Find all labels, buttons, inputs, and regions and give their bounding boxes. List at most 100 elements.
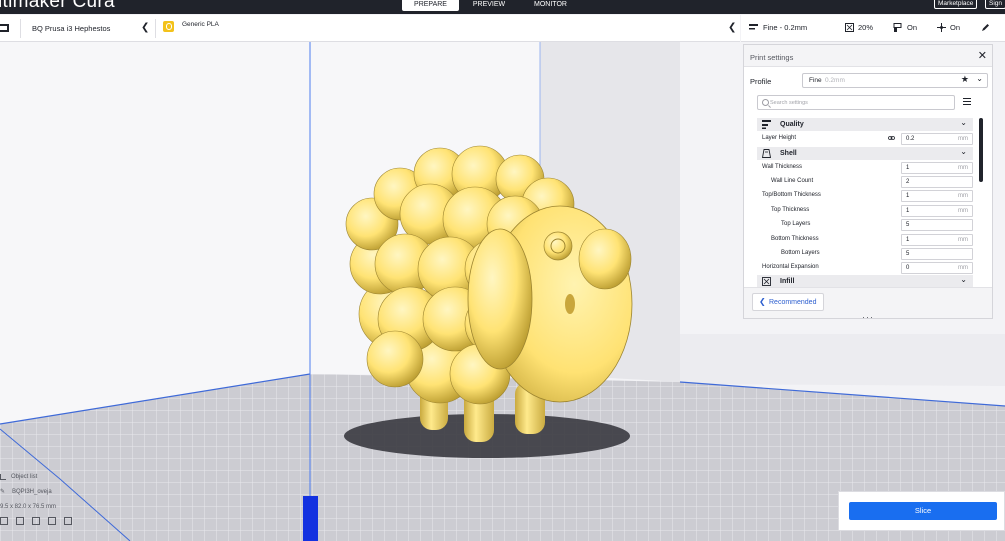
support-summary[interactable]: On — [907, 23, 917, 32]
view-3d-icon[interactable] — [0, 517, 8, 525]
signin-button[interactable]: Sign — [985, 0, 1005, 9]
setting-label: Layer Height — [762, 135, 797, 141]
setting-row: Horizontal Expansion 0 mm — [757, 261, 973, 275]
profile-label: Profile — [750, 77, 772, 86]
setting-value: 1 — [906, 237, 910, 243]
adhesion-summary[interactable]: On — [950, 23, 960, 32]
setting-row: Top Layers 5 — [757, 218, 973, 232]
setting-input[interactable]: 1 mm — [901, 162, 973, 174]
setting-value: 0 — [906, 265, 910, 271]
tab-prepare[interactable]: PREPARE — [402, 0, 459, 11]
setting-input[interactable]: 0.2 mm — [901, 133, 973, 145]
chevron-down-icon: ⌄ — [960, 275, 967, 284]
recommended-label: Recommended — [769, 299, 817, 306]
chevron-left-icon: ❮ — [759, 297, 766, 306]
drag-handle-icon[interactable]: ··· — [862, 312, 874, 322]
slice-button[interactable]: Slice — [849, 502, 997, 520]
category-shell[interactable]: Shell ⌄ — [757, 147, 973, 160]
search-placeholder: Search settings — [770, 100, 808, 106]
setting-label: Wall Line Count — [771, 178, 814, 184]
material-selector[interactable]: Generic PLA — [182, 21, 219, 28]
star-icon[interactable]: ★ — [961, 74, 969, 85]
object-list-panel: Object list ✎ BQPI3H_oveja 9.5 x 82.0 x … — [0, 470, 90, 540]
view-left-icon[interactable] — [48, 517, 56, 525]
setting-input[interactable]: 1 mm — [901, 234, 973, 246]
category-infill[interactable]: Infill ⌄ — [757, 275, 973, 287]
category-quality[interactable]: Quality ⌄ — [757, 118, 973, 131]
category-label: Infill — [780, 278, 795, 285]
setting-value: 0.2 — [906, 136, 915, 142]
setting-label: Bottom Thickness — [771, 236, 819, 242]
setting-label: Top Layers — [781, 221, 811, 227]
setting-input[interactable]: 1 mm — [901, 190, 973, 202]
profile-value: Fine — [809, 77, 822, 84]
setting-row: Top Thickness 1 mm — [757, 204, 973, 218]
link-icon[interactable] — [888, 135, 895, 141]
printer-selector-bar: BQ Prusa i3 Hephestos ❮ Generic PLA ❮ — [0, 15, 740, 42]
profile-layer-height: 0.2mm — [825, 77, 845, 84]
infill-icon — [845, 23, 854, 32]
print-settings-summary-bar[interactable]: Fine - 0.2mm 20% On On — [741, 15, 1005, 42]
setting-unit: mm — [958, 193, 968, 199]
tab-preview[interactable]: PREVIEW — [468, 0, 510, 11]
category-label: Shell — [780, 150, 797, 157]
marketplace-button[interactable]: Marketplace — [934, 0, 978, 9]
setting-row: Bottom Thickness 1 mm — [757, 233, 973, 247]
object-name[interactable]: BQPI3H_oveja — [12, 489, 52, 495]
view-top-icon[interactable] — [32, 517, 40, 525]
quality-icon — [762, 120, 771, 129]
infill-summary[interactable]: 20% — [858, 23, 873, 32]
category-label: Quality — [780, 121, 804, 128]
view-right-icon[interactable] — [64, 517, 72, 525]
top-bar: ltimaker Cura PREPARE PREVIEW MONITOR Ma… — [0, 0, 1005, 14]
setting-unit: mm — [958, 208, 968, 214]
object-dimensions: 9.5 x 82.0 x 76.5 mm — [0, 504, 57, 510]
infill-icon — [762, 277, 771, 286]
chevron-left-icon[interactable]: ❮ — [728, 22, 736, 33]
setting-value: 2 — [906, 179, 910, 185]
setting-input[interactable]: 5 — [901, 248, 973, 260]
setting-label: Top/Bottom Thickness — [762, 192, 821, 198]
setting-input[interactable]: 1 mm — [901, 205, 973, 217]
setting-value: 5 — [906, 222, 910, 228]
adhesion-icon — [937, 23, 946, 32]
expand-icon[interactable] — [0, 474, 6, 480]
setting-unit: mm — [958, 265, 968, 271]
printer-selector[interactable]: BQ Prusa i3 Hephestos — [32, 24, 110, 33]
tab-monitor[interactable]: MONITOR — [528, 0, 573, 11]
chevron-left-icon[interactable]: ❮ — [141, 22, 149, 33]
extruder-icon — [163, 21, 174, 32]
setting-input[interactable]: 5 — [901, 219, 973, 231]
settings-list: Quality ⌄ Layer Height 0.2 mm Shell ⌄ Wa… — [757, 117, 975, 287]
pencil-icon[interactable] — [981, 23, 990, 32]
setting-label: Horizontal Expansion — [762, 264, 819, 270]
setting-input[interactable]: 0 mm — [901, 262, 973, 274]
support-icon — [893, 23, 902, 32]
close-icon[interactable]: ✕ — [978, 49, 987, 62]
setting-row: Bottom Layers 5 — [757, 247, 973, 261]
setting-unit: mm — [958, 165, 968, 171]
setting-label: Wall Thickness — [762, 164, 803, 170]
chevron-down-icon: ⌄ — [960, 118, 967, 127]
setting-value: 1 — [906, 165, 910, 171]
object-list-label[interactable]: Object list — [11, 474, 37, 480]
print-settings-panel: Print settings ✕ Profile Fine 0.2mm ★ ⌄ … — [743, 44, 993, 319]
view-front-icon[interactable] — [16, 517, 24, 525]
setting-row: Top/Bottom Thickness 1 mm — [757, 189, 973, 203]
setting-row: Layer Height 0.2 mm — [757, 132, 973, 146]
panel-header: Print settings ✕ — [744, 45, 992, 67]
separator — [20, 19, 21, 38]
shell-icon — [762, 149, 771, 158]
setting-row: Wall Thickness 1 mm — [757, 161, 973, 175]
setting-input[interactable]: 2 — [901, 176, 973, 188]
search-input[interactable]: Search settings — [757, 95, 955, 110]
profile-summary[interactable]: Fine - 0.2mm — [763, 23, 807, 32]
setting-row: Wall Line Count 2 — [757, 175, 973, 189]
setting-unit: mm — [958, 136, 968, 142]
pencil-icon: ✎ — [0, 489, 6, 495]
menu-icon[interactable] — [963, 98, 971, 105]
scrollbar[interactable] — [979, 118, 983, 182]
separator — [155, 19, 156, 38]
recommended-button[interactable]: ❮ Recommended — [752, 293, 824, 311]
profile-dropdown[interactable]: Fine 0.2mm ★ ⌄ — [802, 73, 988, 88]
